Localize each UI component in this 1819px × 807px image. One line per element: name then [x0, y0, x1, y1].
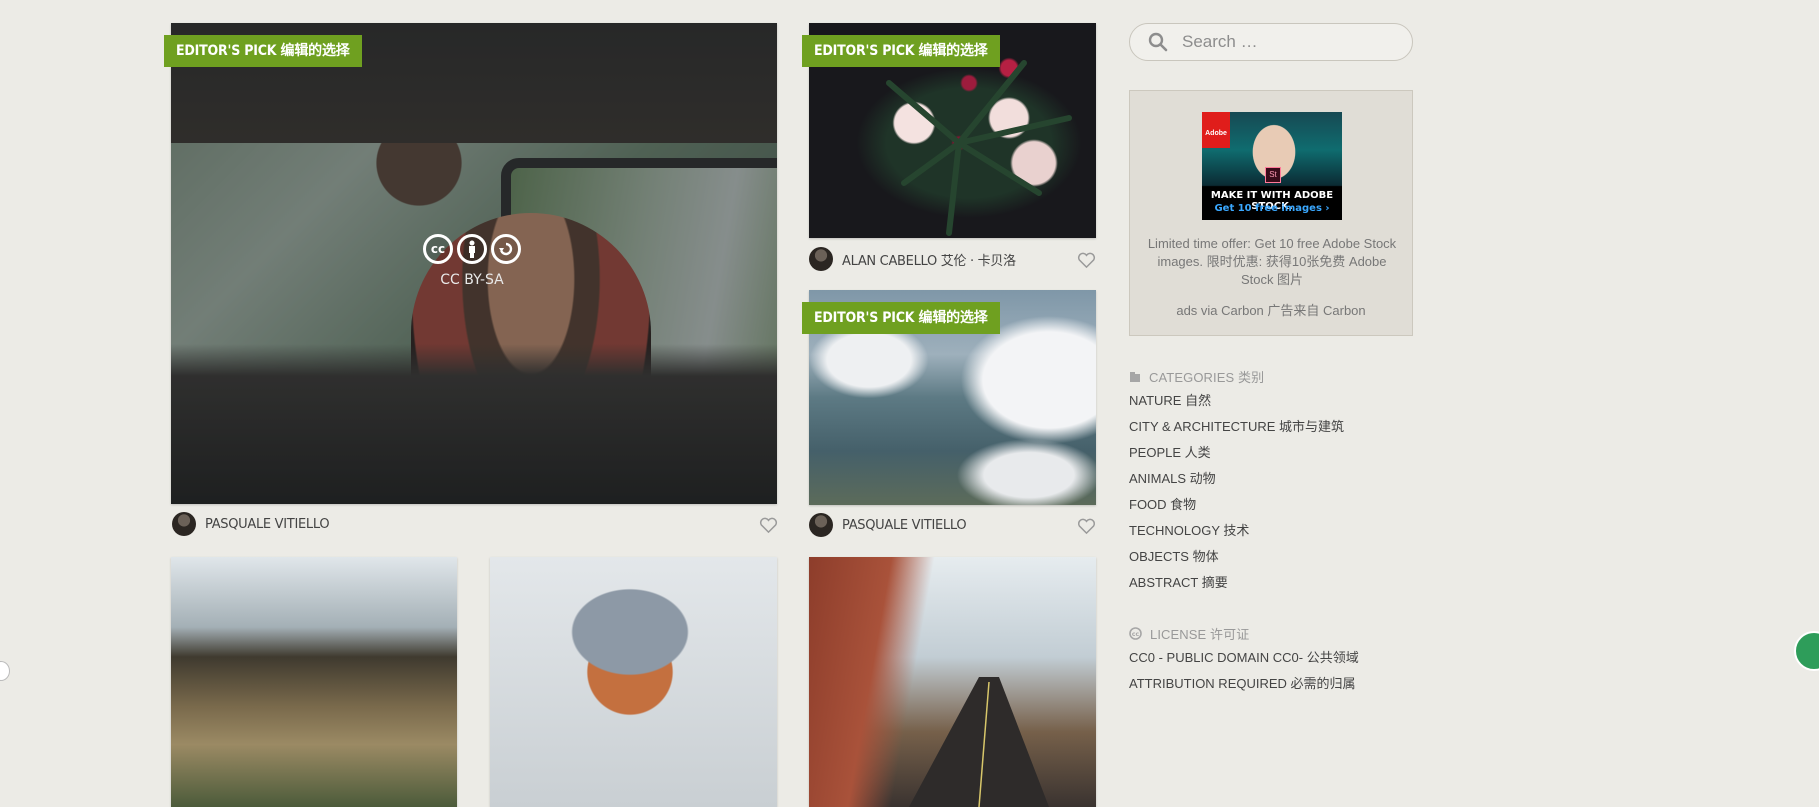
avatar	[809, 513, 833, 537]
category-link[interactable]: NATURE 自然	[1129, 388, 1344, 414]
license-list: CC0 - PUBLIC DOMAIN CC0- 公共领域 ATTRIBUTIO…	[1129, 645, 1359, 697]
category-link[interactable]: OBJECTS 物体	[1129, 544, 1344, 570]
heart-icon[interactable]	[1077, 518, 1096, 535]
by-icon	[457, 234, 487, 264]
ad-via-link[interactable]: ads via Carbon 广告来自 Carbon	[1130, 300, 1412, 319]
cc-icon: cc	[423, 234, 453, 264]
avatar	[809, 247, 833, 271]
floating-widget-button[interactable]	[1794, 631, 1819, 671]
search-input[interactable]	[1180, 31, 1384, 53]
photo-author[interactable]: ALAN CABELLO 艾伦 · 卡贝洛	[809, 247, 1016, 271]
category-link[interactable]: TECHNOLOGY 技术	[1129, 518, 1344, 544]
photo-road	[909, 677, 1049, 807]
svg-text:cc: cc	[1132, 631, 1140, 638]
photo-author[interactable]: PASQUALE VITIELLO	[172, 512, 330, 536]
editors-pick-badge: EDITOR'S PICK 编辑的选择	[802, 302, 1000, 334]
license-overlay[interactable]: cc CC BY-SA	[423, 234, 521, 288]
adobe-stock-icon: St	[1265, 167, 1281, 183]
search-box[interactable]	[1129, 23, 1413, 61]
adobe-logo: Adobe	[1202, 112, 1230, 148]
category-link[interactable]: ANIMALS 动物	[1129, 466, 1344, 492]
photo-card-canyon-road[interactable]	[809, 557, 1096, 807]
license-title: LICENSE 许可证	[1150, 627, 1250, 642]
heart-icon[interactable]	[1077, 252, 1096, 269]
categories-heading: CATEGORIES 类别	[1129, 367, 1264, 386]
categories-title: CATEGORIES 类别	[1149, 370, 1265, 385]
category-link[interactable]: ABSTRACT 摘要	[1129, 570, 1344, 596]
carbon-ad[interactable]: Adobe St MAKE IT WITH ADOBE STOCK. Get 1…	[1129, 90, 1413, 336]
photo-card-child-cap[interactable]	[490, 557, 777, 807]
category-link[interactable]: FOOD 食物	[1129, 492, 1344, 518]
folder-icon	[1130, 371, 1140, 382]
author-name: PASQUALE VITIELLO	[205, 516, 330, 532]
editors-pick-badge: EDITOR'S PICK 编辑的选择	[802, 35, 1000, 67]
avatar	[172, 512, 196, 536]
heart-icon[interactable]	[759, 517, 778, 534]
editors-pick-badge: EDITOR'S PICK 编辑的选择	[164, 35, 362, 67]
license-label: CC BY-SA	[440, 272, 504, 288]
photo-author[interactable]: PASQUALE VITIELLO	[809, 513, 967, 537]
author-name: ALAN CABELLO 艾伦 · 卡贝洛	[842, 253, 1016, 269]
categories-list: NATURE 自然 CITY & ARCHITECTURE 城市与建筑 PEOP…	[1129, 388, 1344, 596]
ad-image[interactable]: Adobe St MAKE IT WITH ADOBE STOCK. Get 1…	[1202, 112, 1342, 220]
cc-license-icon: cc	[1129, 627, 1142, 640]
sa-icon	[491, 234, 521, 264]
category-link[interactable]: CITY & ARCHITECTURE 城市与建筑	[1129, 414, 1344, 440]
author-name: PASQUALE VITIELLO	[842, 517, 967, 533]
category-link[interactable]: PEOPLE 人类	[1129, 440, 1344, 466]
ad-cta: Get 10 free images ›	[1214, 203, 1330, 214]
ad-text[interactable]: Limited time offer: Get 10 free Adobe St…	[1142, 235, 1402, 289]
license-heading: cc LICENSE 许可证	[1129, 624, 1249, 643]
photo-card-woman-in-car[interactable]: cc CC BY-SA	[171, 23, 777, 504]
search-icon	[1148, 32, 1168, 52]
photo-card-landscape[interactable]	[171, 557, 457, 807]
side-scroll-handle[interactable]	[0, 661, 10, 681]
license-link[interactable]: ATTRIBUTION REQUIRED 必需的归属	[1129, 671, 1359, 697]
license-link[interactable]: CC0 - PUBLIC DOMAIN CC0- 公共领域	[1129, 645, 1359, 671]
